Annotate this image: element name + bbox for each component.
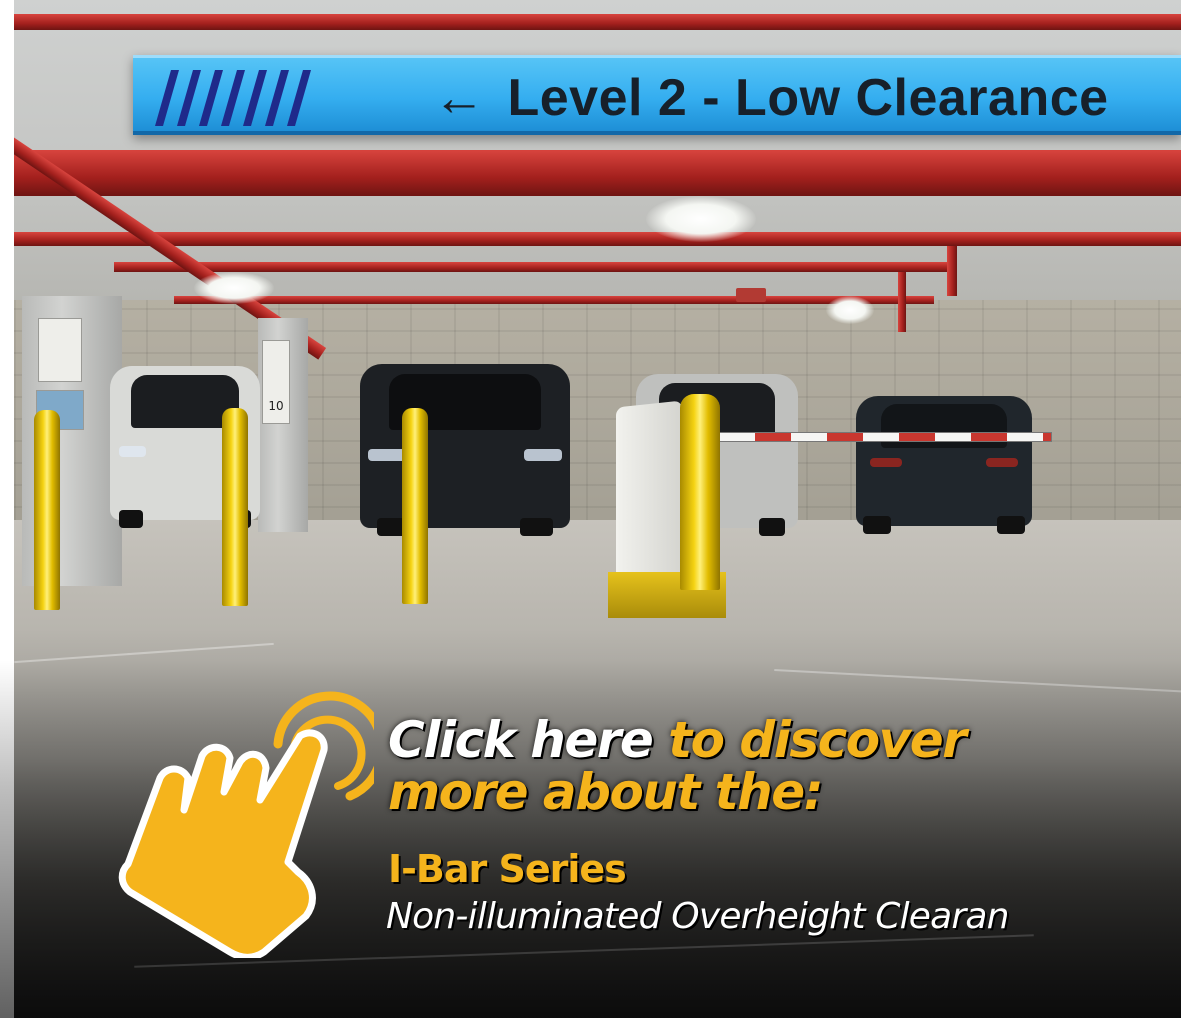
ceiling-light <box>826 296 874 324</box>
red-pipe <box>947 246 957 296</box>
pillar-number-sign: 10 <box>262 340 290 424</box>
left-arrow-icon: ← <box>433 69 486 127</box>
yellow-bollard <box>222 408 248 606</box>
barrier-gate-post <box>680 394 720 590</box>
tap-hand-icon[interactable] <box>112 686 374 958</box>
barrier-gate-cabinet <box>616 400 682 592</box>
red-pipe <box>174 296 934 304</box>
cta-heading-line-2: more about the: <box>388 763 824 821</box>
click-here-banner[interactable]: 10 ← Level 2 - Low Clearance Click here … <box>0 0 1181 1018</box>
parked-car-black-coupe <box>856 396 1032 534</box>
product-description: Non-illuminated Overheight Clearan <box>386 896 1010 937</box>
red-pipe <box>114 262 954 272</box>
yellow-bollard <box>34 410 60 610</box>
product-name: I-Bar Series <box>388 847 627 891</box>
exit-sign <box>736 288 766 302</box>
parked-car-black-minivan <box>360 364 570 536</box>
red-pipe <box>14 232 1181 246</box>
cta-heading-line-1: Click here to discover <box>388 711 967 769</box>
sign-text: ← Level 2 - Low Clearance <box>433 66 1109 130</box>
hatch-stripes-icon <box>155 70 311 126</box>
pillar-number: 10 <box>268 399 284 413</box>
pillar-notice <box>38 318 82 382</box>
ceiling-light <box>646 196 756 242</box>
cta-click-here[interactable]: Click here <box>388 711 654 769</box>
overhead-clearance-sign: ← Level 2 - Low Clearance <box>133 55 1181 135</box>
barrier-gate-arm <box>718 432 1052 442</box>
sign-label: Level 2 - Low Clearance <box>507 69 1109 127</box>
red-pipe <box>14 14 1181 30</box>
cta-to-discover: to discover <box>652 711 967 769</box>
red-pipe <box>14 150 1181 196</box>
ceiling-light <box>194 272 274 304</box>
red-pipe <box>898 272 906 332</box>
yellow-bollard <box>402 408 428 604</box>
